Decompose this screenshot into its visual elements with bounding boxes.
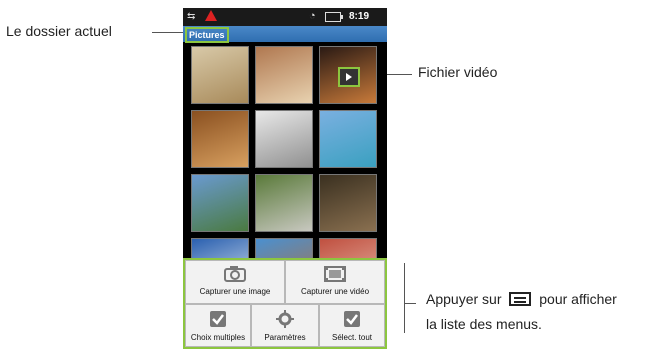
thumb-living-room[interactable] bbox=[255, 46, 313, 104]
thumb-garden-path[interactable] bbox=[255, 174, 313, 232]
capture-image-button[interactable]: Capturer une image bbox=[185, 260, 285, 304]
video-file-annotation: Fichier vidéo bbox=[418, 64, 498, 80]
menu-bracket-vertical bbox=[404, 263, 405, 333]
warning-icon bbox=[205, 10, 217, 21]
capture-video-label: Capturer une vidéo bbox=[300, 287, 370, 296]
checkbox-icon bbox=[186, 310, 250, 330]
menu-key-icon bbox=[509, 291, 532, 309]
play-icon bbox=[338, 67, 360, 87]
gear-icon bbox=[252, 310, 318, 330]
menu-hint-leader bbox=[404, 303, 416, 304]
menu-hint-before: Appuyer sur bbox=[426, 291, 502, 307]
battery-icon bbox=[325, 12, 343, 22]
current-folder-annotation: Le dossier actuel bbox=[6, 23, 112, 39]
settings-button[interactable]: Paramètres bbox=[251, 304, 319, 347]
thumb-pool-house[interactable] bbox=[319, 110, 377, 168]
thumb-sunset-video[interactable] bbox=[319, 46, 377, 104]
usb-icon: ⇆ bbox=[187, 11, 196, 22]
thumb-porch[interactable] bbox=[255, 110, 313, 168]
options-menu: Capturer une image Capturer une vidéo Ch… bbox=[183, 258, 387, 349]
select-all-label: Sélect. tout bbox=[331, 333, 373, 342]
menu-hint-line1: Appuyer sur pour afficher bbox=[426, 291, 617, 309]
camera-icon bbox=[186, 266, 284, 284]
current-folder-leader bbox=[152, 32, 185, 33]
folder-title[interactable]: Pictures bbox=[185, 27, 229, 43]
status-time: 8:19 bbox=[349, 11, 370, 22]
thumb-bedroom[interactable] bbox=[191, 46, 249, 104]
capture-image-label: Capturer une image bbox=[199, 287, 271, 296]
thumb-library[interactable] bbox=[191, 110, 249, 168]
multi-select-label: Choix multiples bbox=[190, 333, 246, 342]
thumb-forest-road[interactable] bbox=[319, 174, 377, 232]
status-bar: ⇆ ◔ 8:19 bbox=[183, 8, 387, 26]
capture-video-button[interactable]: Capturer une vidéo bbox=[285, 260, 385, 304]
thumb-house-trees[interactable] bbox=[191, 174, 249, 232]
menu-hint-after: pour afficher bbox=[539, 291, 617, 307]
folder-bar: Pictures bbox=[183, 26, 387, 43]
film-icon bbox=[286, 266, 384, 284]
wifi-icon: ◔ bbox=[309, 10, 316, 22]
select-all-button[interactable]: Sélect. tout bbox=[319, 304, 385, 347]
checkbox-icon bbox=[320, 310, 384, 330]
settings-label: Paramètres bbox=[264, 333, 306, 342]
menu-hint-line2: la liste des menus. bbox=[426, 316, 542, 332]
phone-screen: ⇆ ◔ 8:19 Pictures Capturer une image Cap… bbox=[183, 8, 387, 349]
multi-select-button[interactable]: Choix multiples bbox=[185, 304, 251, 347]
